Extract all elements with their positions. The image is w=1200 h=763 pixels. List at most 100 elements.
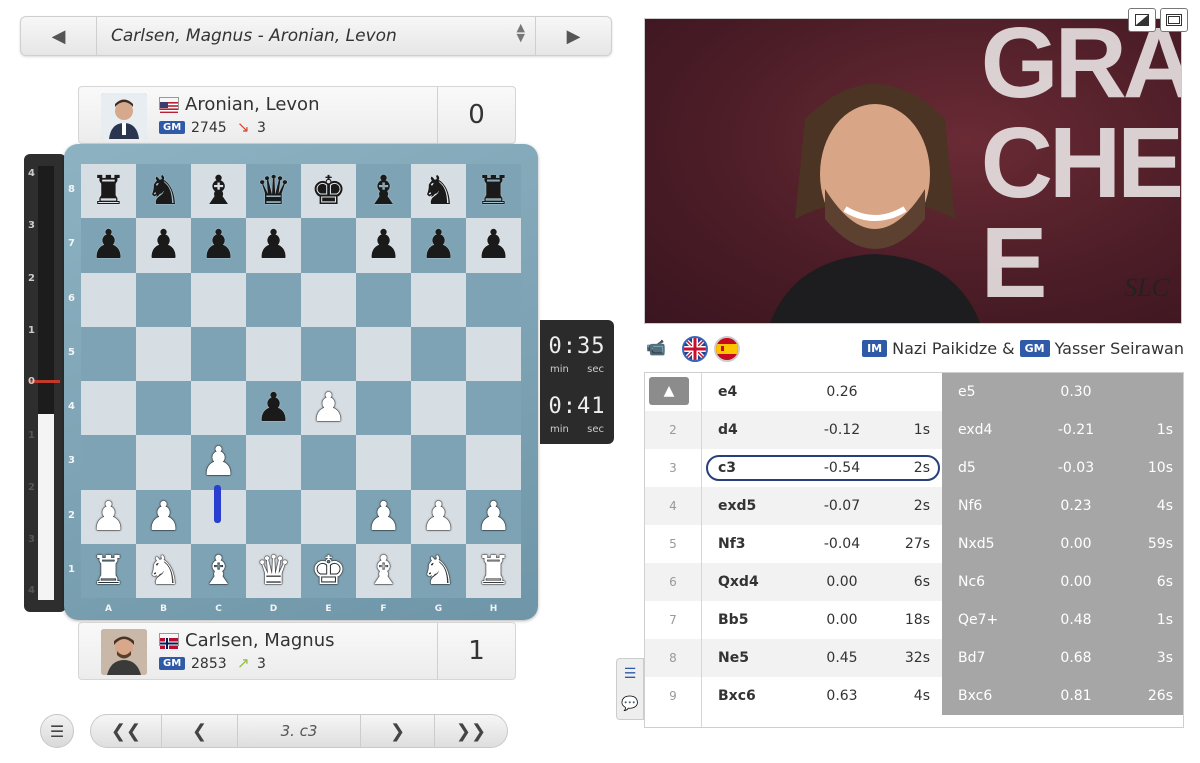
square-d1[interactable]: ♛ — [246, 543, 301, 598]
black-king-piece[interactable]: ♚ — [311, 171, 347, 211]
square-f2[interactable]: ♟ — [356, 489, 411, 544]
black-move-cell[interactable]: Nc6 0.00 6s — [942, 563, 1183, 601]
square-f5[interactable] — [356, 326, 411, 381]
black-move-cell[interactable]: Nxd5 0.00 59s — [942, 525, 1183, 563]
white-move-cell[interactable]: Bb5 0.00 18s — [702, 601, 942, 639]
last-move-button[interactable]: ❯❯ — [435, 715, 507, 747]
square-f1[interactable]: ♝ — [356, 543, 411, 598]
square-b4[interactable] — [136, 381, 191, 436]
black-pawn-piece[interactable]: ♟ — [91, 225, 127, 265]
white-move-cell[interactable]: e4 0.26 — [702, 373, 942, 411]
black-bishop-piece[interactable]: ♝ — [366, 171, 402, 211]
previous-move-button[interactable]: ❮ — [161, 715, 237, 747]
player-name[interactable]: Aronian, Levon — [185, 94, 319, 115]
black-move-cell[interactable]: e5 0.30 — [942, 373, 1183, 411]
square-e7[interactable] — [301, 218, 356, 273]
square-c5[interactable] — [191, 326, 246, 381]
square-h4[interactable] — [466, 381, 521, 436]
white-move-cell[interactable]: d4 -0.12 1s — [702, 411, 942, 449]
square-g2[interactable]: ♟ — [411, 489, 466, 544]
black-pawn-piece[interactable]: ♟ — [366, 225, 402, 265]
maximize-video-button[interactable] — [1160, 8, 1188, 32]
resize-video-button[interactable] — [1128, 8, 1156, 32]
black-move-cell[interactable]: exd4 -0.21 1s — [942, 411, 1183, 449]
square-g3[interactable] — [411, 435, 466, 490]
white-queen-piece[interactable]: ♛ — [256, 551, 292, 591]
square-d5[interactable] — [246, 326, 301, 381]
white-pawn-piece[interactable]: ♟ — [201, 442, 237, 482]
game-select-dropdown[interactable]: Carlsen, Magnus - Aronian, Levon ▲ ▼ — [97, 22, 535, 46]
camera-icon[interactable]: 📹 — [646, 338, 670, 360]
white-king-piece[interactable]: ♚ — [311, 551, 347, 591]
square-b6[interactable] — [136, 272, 191, 327]
square-g7[interactable]: ♟ — [411, 218, 466, 273]
black-pawn-piece[interactable]: ♟ — [421, 225, 457, 265]
square-d8[interactable]: ♛ — [246, 164, 301, 219]
black-move-cell[interactable]: d5 -0.03 10s — [942, 449, 1183, 487]
black-move-cell[interactable]: Bd7 0.68 3s — [942, 639, 1183, 677]
square-e6[interactable] — [301, 272, 356, 327]
square-c4[interactable] — [191, 381, 246, 436]
square-a1[interactable]: ♜ — [81, 543, 136, 598]
square-e1[interactable]: ♚ — [301, 543, 356, 598]
square-d4[interactable]: ♟ — [246, 381, 301, 436]
white-knight-piece[interactable]: ♞ — [421, 551, 457, 591]
white-move-cell[interactable]: Nf3 -0.04 27s — [702, 525, 942, 563]
square-a2[interactable]: ♟ — [81, 489, 136, 544]
square-h1[interactable]: ♜ — [466, 543, 521, 598]
white-move-cell[interactable]: Qxd4 0.00 6s — [702, 563, 942, 601]
square-g1[interactable]: ♞ — [411, 543, 466, 598]
black-rook-piece[interactable]: ♜ — [91, 171, 127, 211]
video-player[interactable]: GRA CHE E SLC — [644, 18, 1182, 324]
square-d3[interactable] — [246, 435, 301, 490]
square-h6[interactable] — [466, 272, 521, 327]
black-move-cell[interactable]: Bxc6 0.81 26s — [942, 677, 1183, 715]
black-queen-piece[interactable]: ♛ — [256, 171, 292, 211]
uk-flag-icon[interactable] — [682, 336, 708, 362]
black-move-cell[interactable]: Qe7+ 0.48 1s — [942, 601, 1183, 639]
white-bishop-piece[interactable]: ♝ — [201, 551, 237, 591]
square-a4[interactable] — [81, 381, 136, 436]
spain-flag-icon[interactable] — [714, 336, 740, 362]
chessboard[interactable]: ♜ ♞ ♝ ♛ ♚ ♝ ♞ ♜ ♟ ♟ ♟ ♟ ♟ ♟ ♟ ♟ ♟ ♟ ♟ ♟ ♟ ♟ ♟ ♜ ♞ ♝ ♛ ♚ ♝ ♞ ♜ — [81, 164, 521, 598]
black-pawn-piece[interactable]: ♟ — [201, 225, 237, 265]
next-game-button[interactable]: ▶ — [535, 17, 611, 55]
square-b3[interactable] — [136, 435, 191, 490]
white-pawn-piece[interactable]: ♟ — [476, 497, 512, 537]
black-knight-piece[interactable]: ♞ — [146, 171, 182, 211]
collapse-icon[interactable]: ▲ — [649, 377, 689, 405]
black-move-cell[interactable]: Nf6 0.23 4s — [942, 487, 1183, 525]
player-name[interactable]: Carlsen, Magnus — [185, 630, 334, 651]
next-move-button[interactable]: ❯ — [361, 715, 435, 747]
square-a7[interactable]: ♟ — [81, 218, 136, 273]
square-c1[interactable]: ♝ — [191, 543, 246, 598]
white-pawn-piece[interactable]: ♟ — [421, 497, 457, 537]
white-move-cell[interactable]: c3 -0.54 2s — [702, 449, 942, 487]
black-rook-piece[interactable]: ♜ — [476, 171, 512, 211]
square-d2[interactable] — [246, 489, 301, 544]
square-h8[interactable]: ♜ — [466, 164, 521, 219]
white-rook-piece[interactable]: ♜ — [91, 551, 127, 591]
square-a6[interactable] — [81, 272, 136, 327]
square-e2[interactable] — [301, 489, 356, 544]
white-pawn-piece[interactable]: ♟ — [366, 497, 402, 537]
square-a8[interactable]: ♜ — [81, 164, 136, 219]
square-h2[interactable]: ♟ — [466, 489, 521, 544]
square-c8[interactable]: ♝ — [191, 164, 246, 219]
square-e4[interactable]: ♟ — [301, 381, 356, 436]
square-f6[interactable] — [356, 272, 411, 327]
square-f8[interactable]: ♝ — [356, 164, 411, 219]
white-pawn-piece[interactable]: ♟ — [91, 497, 127, 537]
square-f7[interactable]: ♟ — [356, 218, 411, 273]
black-bishop-piece[interactable]: ♝ — [201, 171, 237, 211]
square-c3[interactable]: ♟ — [191, 435, 246, 490]
white-pawn-piece[interactable]: ♟ — [311, 388, 347, 428]
notation-tab[interactable]: ☰ — [617, 659, 643, 689]
square-g6[interactable] — [411, 272, 466, 327]
chat-tab[interactable]: 💬 — [617, 689, 643, 719]
black-knight-piece[interactable]: ♞ — [421, 171, 457, 211]
square-b2[interactable]: ♟ — [136, 489, 191, 544]
square-a3[interactable] — [81, 435, 136, 490]
square-b1[interactable]: ♞ — [136, 543, 191, 598]
square-g5[interactable] — [411, 326, 466, 381]
